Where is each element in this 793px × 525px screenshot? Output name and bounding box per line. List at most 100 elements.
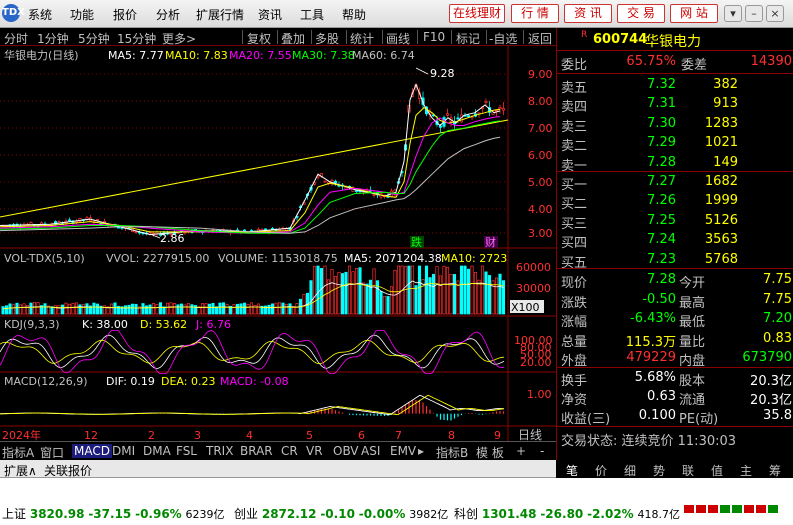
menu-function[interactable]: 功能	[70, 6, 94, 23]
adjust-button[interactable]: 复权	[247, 30, 271, 47]
index-2[interactable]: 科创 1301.48 -26.80 -2.02% 418.7亿	[454, 505, 680, 522]
mark-button[interactable]: 标记	[456, 30, 480, 47]
detail-tab-0[interactable]: 笔	[566, 462, 578, 479]
bid-row[interactable]: 买二 7.26 1999	[557, 192, 793, 212]
indicator-tab-13[interactable]: ▸	[418, 444, 424, 458]
detail-tab-3[interactable]: 势	[653, 462, 665, 479]
ask-row[interactable]: 卖三 7.30 1283	[557, 115, 793, 135]
detail-tab-6[interactable]: 主	[740, 462, 752, 479]
indicator-tab-0[interactable]: 指标A	[2, 444, 34, 461]
time-label: 4	[246, 429, 253, 441]
tf-1min[interactable]: 1分钟	[37, 30, 69, 47]
trade-button[interactable]: 交 易	[617, 4, 665, 23]
watchlist-button[interactable]: -自选	[489, 30, 517, 47]
finance-marker[interactable]: 财	[485, 235, 496, 249]
indicator-tab-7[interactable]: BRAR	[240, 444, 273, 458]
tf-intraday[interactable]: 分时	[4, 30, 28, 47]
bid-row[interactable]: 买五 7.23 5768	[557, 251, 793, 271]
detail-tab-1[interactable]: 价	[595, 462, 607, 479]
volume-bar	[18, 304, 23, 315]
expand-button[interactable]: 扩展∧	[4, 462, 37, 479]
website-button[interactable]: 网 站	[670, 4, 718, 23]
indicator-tab-2[interactable]: MACD	[72, 444, 112, 458]
bid-row[interactable]: 买一 7.27 1682	[557, 173, 793, 193]
indicator-tab-15[interactable]: 模 板	[476, 444, 504, 461]
tf-5min[interactable]: 5分钟	[78, 30, 110, 47]
detail-tab-2[interactable]: 细	[624, 462, 636, 479]
menu-analysis[interactable]: 分析	[156, 6, 180, 23]
bid-row[interactable]: 买三 7.25 5126	[557, 212, 793, 232]
draw-line-button[interactable]: 画线	[386, 30, 410, 47]
online-finance-button[interactable]: 在线理财	[449, 4, 505, 23]
tf-15min[interactable]: 15分钟	[117, 30, 156, 47]
book-label: 买三	[561, 216, 588, 232]
multi-stock-button[interactable]: 多股	[315, 30, 339, 47]
indicator-tab-14[interactable]: 指标B	[436, 444, 468, 461]
volume-bar	[452, 274, 457, 315]
close-icon[interactable]: ×	[766, 5, 784, 22]
volume-title: VOL-TDX(5,10)	[4, 252, 85, 265]
y-tick: 3.00	[528, 227, 553, 240]
detail-tab-7[interactable]: 筹	[769, 462, 781, 479]
indicator-tab-1[interactable]: 窗口	[40, 444, 64, 461]
indicator-tab-3[interactable]: DMI	[112, 444, 135, 458]
menu-help[interactable]: 帮助	[342, 6, 366, 23]
volume-bar	[29, 302, 33, 315]
stats-button[interactable]: 统计	[350, 30, 374, 47]
chart-area[interactable]: 华银电力(日线) MA5: 7.77 MA10: 7.83 MA20: 7.55…	[0, 46, 556, 441]
minimize-icon[interactable]: –	[745, 5, 763, 22]
ask-row[interactable]: 卖五 7.32 382	[557, 76, 793, 96]
market-button[interactable]: 行 情	[511, 4, 559, 23]
book-price: 7.30	[647, 115, 676, 131]
indicator-tab-6[interactable]: TRIX	[206, 444, 233, 458]
candlesticks	[1, 84, 506, 238]
indicator-tab-4[interactable]: DMA	[143, 444, 171, 458]
related-quote-tab[interactable]: 关联报价	[44, 462, 92, 479]
volume-bar	[281, 302, 285, 315]
drop-marker[interactable]: 跌	[411, 235, 422, 249]
trend-line[interactable]	[0, 119, 509, 218]
menu-quote[interactable]: 报价	[113, 6, 137, 23]
indicator-tab-16[interactable]: +	[516, 444, 526, 458]
ma-line-ma60	[0, 136, 501, 234]
volume-bar	[232, 304, 236, 315]
book-price: 7.32	[647, 77, 676, 92]
indicator-tab-11[interactable]: ASI	[361, 444, 380, 458]
indicator-tab-17[interactable]: -	[540, 444, 544, 458]
stat-row: 外盘 479229 内盘 673790	[561, 350, 792, 369]
book-label: 买四	[561, 236, 588, 252]
f10-button[interactable]: F10	[423, 30, 445, 44]
volume-bar	[473, 272, 478, 315]
book-volume: 5768	[704, 251, 738, 267]
detail-tab-4[interactable]: 联	[682, 462, 694, 479]
volume-bar	[1, 306, 5, 315]
indicator-tab-9[interactable]: VR	[306, 444, 323, 458]
indicator-tab-10[interactable]: OBV	[333, 444, 359, 458]
kdj-k-label: K: 38.00	[82, 318, 128, 331]
period-label[interactable]: 日线	[518, 428, 542, 441]
back-button[interactable]: 返回	[528, 30, 552, 47]
news-button[interactable]: 资 讯	[564, 4, 612, 23]
indicator-tab-5[interactable]: FSL	[176, 444, 197, 458]
menu-system[interactable]: 系统	[28, 6, 52, 23]
overlay-button[interactable]: 叠加	[281, 30, 305, 47]
menu-extended-market[interactable]: 扩展行情	[196, 6, 244, 23]
menu-tools[interactable]: 工具	[300, 6, 324, 23]
index-0[interactable]: 上证 3820.98 -37.15 -0.96% 6239亿	[2, 505, 225, 522]
dropdown-icon[interactable]: ▾	[724, 5, 742, 22]
volume-bar	[81, 304, 86, 315]
menu-news[interactable]: 资讯	[258, 6, 282, 23]
ask-row[interactable]: 卖四 7.31 913	[557, 95, 793, 115]
signal-bars-icon	[684, 502, 778, 516]
detail-tab-5[interactable]: 值	[711, 462, 723, 479]
candle	[484, 100, 488, 103]
indicator-tab-12[interactable]: EMV	[390, 444, 416, 458]
indicator-tab-8[interactable]: CR	[281, 444, 298, 458]
fundamental-row: 收益(三) 0.100 PE(动) 35.8	[561, 408, 792, 427]
ask-row[interactable]: 卖二 7.29 1021	[557, 134, 793, 154]
tf-more[interactable]: 更多>	[162, 30, 196, 47]
index-1[interactable]: 创业 2872.12 -0.10 -0.00% 3982亿	[234, 505, 448, 522]
volume-bar	[127, 304, 131, 315]
ask-row[interactable]: 卖一 7.28 149	[557, 154, 793, 174]
bid-row[interactable]: 买四 7.24 3563	[557, 231, 793, 252]
